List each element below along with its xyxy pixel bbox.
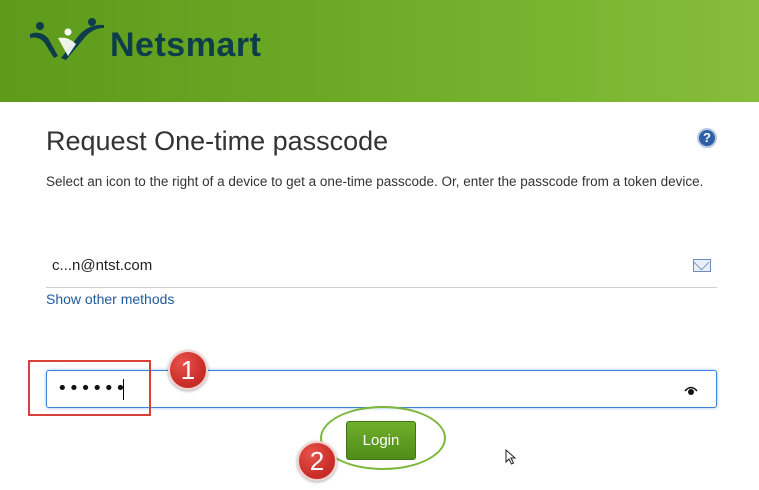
brand-name: Netsmart [110, 25, 262, 64]
email-address: c...n@ntst.com [52, 257, 153, 274]
eye-icon[interactable] [684, 384, 698, 396]
envelope-icon[interactable] [693, 259, 711, 272]
step1-highlight-box [28, 360, 151, 416]
mouse-pointer-icon [505, 449, 517, 465]
show-other-methods-link[interactable]: Show other methods [46, 291, 174, 307]
header-bar: Netsmart [0, 0, 759, 102]
step1-badge: 1 [168, 350, 208, 390]
step2-badge: 2 [297, 441, 337, 481]
page-title: Request One-time passcode [46, 126, 389, 156]
people-figures-logo-icon [30, 18, 104, 60]
page-instructions: Select an icon to the right of a device … [46, 174, 704, 189]
netsmart-logo: Netsmart [28, 16, 261, 66]
help-icon[interactable]: ? [697, 128, 717, 148]
login-button[interactable]: Login [346, 421, 416, 460]
email-method-row: c...n@ntst.com [46, 252, 717, 288]
